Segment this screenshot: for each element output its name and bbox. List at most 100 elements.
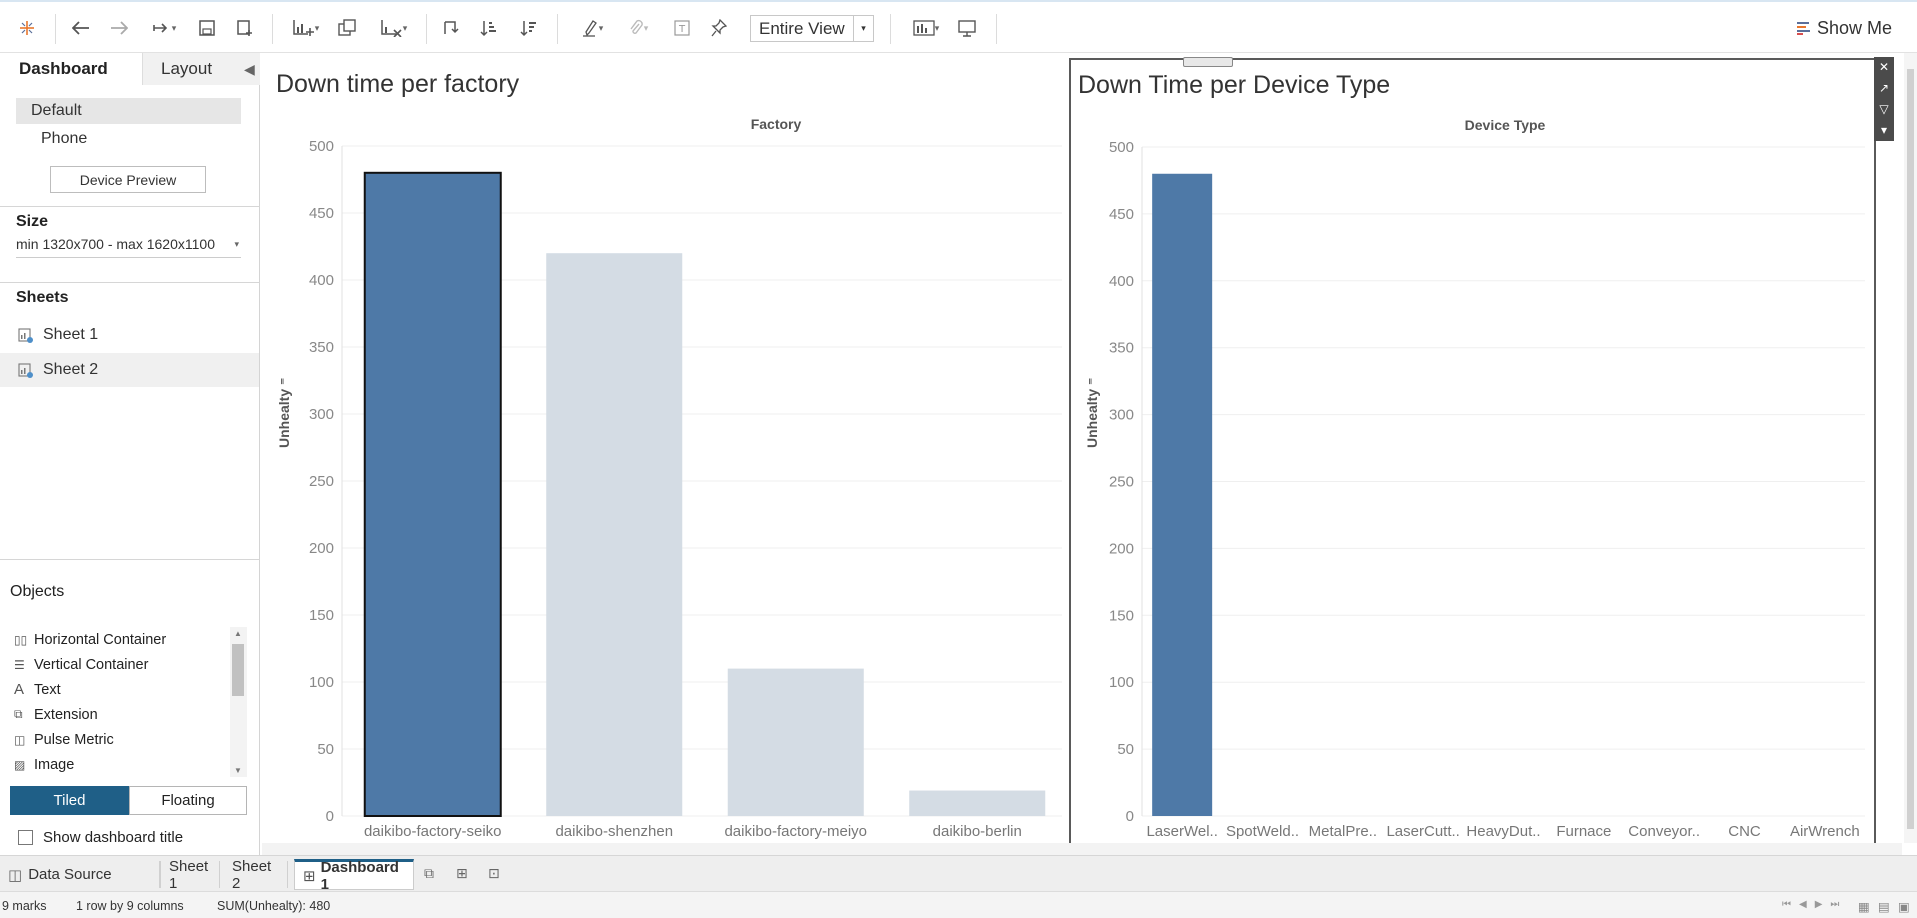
tab-dashboard-1[interactable]: ⊞ Dashboard 1 [294,859,414,893]
redo-icon[interactable] [108,16,130,40]
device-type-category-label[interactable]: HeavyDut.. [1466,823,1540,840]
sheet-item-sheet-2[interactable]: Sheet 2 [0,353,259,387]
more-options-icon[interactable]: ▾ [1874,120,1894,141]
checkbox[interactable] [18,829,33,845]
device-type-category-label[interactable]: SpotWeld.. [1226,823,1299,840]
tab-data-source[interactable]: ◫ Data Source [0,861,160,888]
text-icon: A [14,681,25,698]
collapse-panel-icon[interactable]: ◀ [244,61,255,78]
tab-sheet-1[interactable]: Sheet 1 [160,858,220,892]
pulse-metric-icon: ◫ [14,732,26,747]
objects-scrollbar[interactable]: ▲ ▼ [230,627,247,777]
divider [0,559,260,560]
image-icon: ▨ [14,757,26,772]
tab-dashboard[interactable]: Dashboard [0,53,142,85]
close-icon[interactable]: ✕ [1874,57,1894,78]
device-preview-label: Device Preview [79,171,177,188]
device-option-default[interactable]: Default [16,98,241,124]
floating-button[interactable]: Floating [129,786,247,815]
scrollbar-thumb[interactable] [232,644,244,696]
device-type-y-tick-label: 0 [1126,808,1134,825]
device-type-category-label[interactable]: LaserCutt.. [1386,823,1459,840]
show-sheet-sorter-icon[interactable]: ▤ [1878,899,1890,914]
text-label-icon[interactable]: T [671,16,693,40]
tiled-label: Tiled [53,792,86,809]
sort-ascending-icon[interactable] [478,16,500,40]
device-type-category-label[interactable]: Conveyor.. [1628,823,1700,840]
horizontal-scrollbar[interactable] [262,843,1902,855]
filter-icon[interactable]: ▽ [1874,99,1894,120]
object-vertical-container[interactable]: ☰ Vertical Container [10,652,248,677]
tab-layout-label: Layout [161,59,213,78]
show-me-button[interactable]: Show Me [1797,16,1892,40]
show-filmstrip-icon[interactable]: ▦ [1858,899,1870,914]
size-value: min 1320x700 - max 1620x1100 [16,236,215,252]
object-extension[interactable]: ⧉ Extension [10,702,248,727]
zone-toolbar: ✕ ↗ ▽ ▾ [1874,57,1894,141]
tab-sheet-2[interactable]: Sheet 2 [224,858,288,892]
tab-dashboard-label: Dashboard [19,59,108,78]
highlight-icon[interactable]: ▾ [574,16,610,40]
chevron-down-icon: ▾ [853,16,873,41]
show-me-icon [1797,22,1810,35]
sheet-item-sheet-1[interactable]: Sheet 1 [0,318,259,352]
sheets-section-title: Sheets [16,289,69,306]
device-type-y-tick-label: 200 [1109,540,1134,557]
new-dashboard-icon[interactable]: ⊞ [456,865,474,883]
device-type-category-label[interactable]: MetalPre.. [1309,823,1377,840]
replay-icon[interactable]: ▾ [146,16,182,40]
pin-icon[interactable] [708,16,730,40]
bar-chart-device-type[interactable]: 0 50 100 150 200 250 300 350 400 450 500 LaserWel..… [262,53,1917,853]
device-type-y-tick-label: 100 [1109,674,1134,691]
status-marks: 9 marks [2,899,47,913]
show-tabs-icon[interactable]: ▣ [1898,899,1910,914]
database-icon: ◫ [8,866,23,884]
object-horizontal-container[interactable]: ▯▯ Horizontal Container [10,627,248,652]
sort-descending-icon[interactable] [518,16,540,40]
tab-layout[interactable]: Layout [142,53,260,85]
show-me-label: Show Me [1817,17,1893,38]
sheet-navigation[interactable]: ⏮◀▶⏭ [1782,899,1847,910]
clear-icon[interactable]: ▾ [374,16,414,40]
presentation-icon[interactable] [956,16,978,40]
dashboard-icon: ⊞ [303,867,316,885]
zone-move-handle[interactable] [1183,57,1233,67]
scrollbar-thumb[interactable] [1907,69,1914,829]
scroll-up-icon[interactable]: ▲ [234,629,242,638]
tableau-logo-icon[interactable] [16,16,38,40]
scroll-down-icon[interactable]: ▼ [234,766,242,775]
object-text[interactable]: A Text [10,677,248,702]
go-to-sheet-icon[interactable]: ↗ [1874,78,1894,99]
new-worksheet-icon[interactable]: ⧉ [424,865,442,883]
device-type-bar[interactable] [1152,173,1213,816]
device-option-phone[interactable]: Phone [41,126,87,152]
device-type-category-label[interactable]: AirWrench [1790,823,1860,840]
undo-icon[interactable] [70,16,92,40]
object-image[interactable]: ▨ Image [10,752,248,777]
show-dashboard-title-checkbox[interactable]: Show dashboard title [18,826,183,848]
tiled-button[interactable]: Tiled [10,786,129,815]
device-type-y-tick-label: 500 [1109,139,1134,156]
new-datasource-icon[interactable] [235,16,257,40]
device-type-category-label[interactable]: CNC [1728,823,1761,840]
swap-icon[interactable] [440,16,462,40]
device-preview-button[interactable]: Device Preview [50,166,206,193]
device-type-category-label[interactable]: Furnace [1556,823,1611,840]
device-type-y-tick-label: 50 [1117,741,1134,758]
status-rows: 1 row by 9 columns [76,899,184,913]
new-worksheet-icon[interactable]: ▾ [286,16,326,40]
sheet-tabs-bar: ◫ Data Source Sheet 1 Sheet 2 ⊞ Dashboar… [0,855,1917,893]
vertical-scrollbar[interactable] [1904,53,1917,843]
size-section-title: Size [16,213,49,230]
view-size-icon[interactable]: ▾ [906,16,946,40]
attach-icon[interactable]: ▾ [620,16,656,40]
device-type-category-label[interactable]: LaserWel.. [1146,823,1217,840]
save-icon[interactable] [196,16,218,40]
duplicate-icon[interactable] [336,16,358,40]
new-story-icon[interactable]: ⊡ [488,865,506,883]
sheet-item-label: Sheet 1 [43,326,99,343]
size-select[interactable]: min 1320x700 - max 1620x1100 ▾ [16,236,241,258]
object-pulse-metric[interactable]: ◫ Pulse Metric [10,727,248,752]
view-size-select[interactable]: Entire View ▾ [750,15,874,42]
worksheet-icon [18,362,33,378]
